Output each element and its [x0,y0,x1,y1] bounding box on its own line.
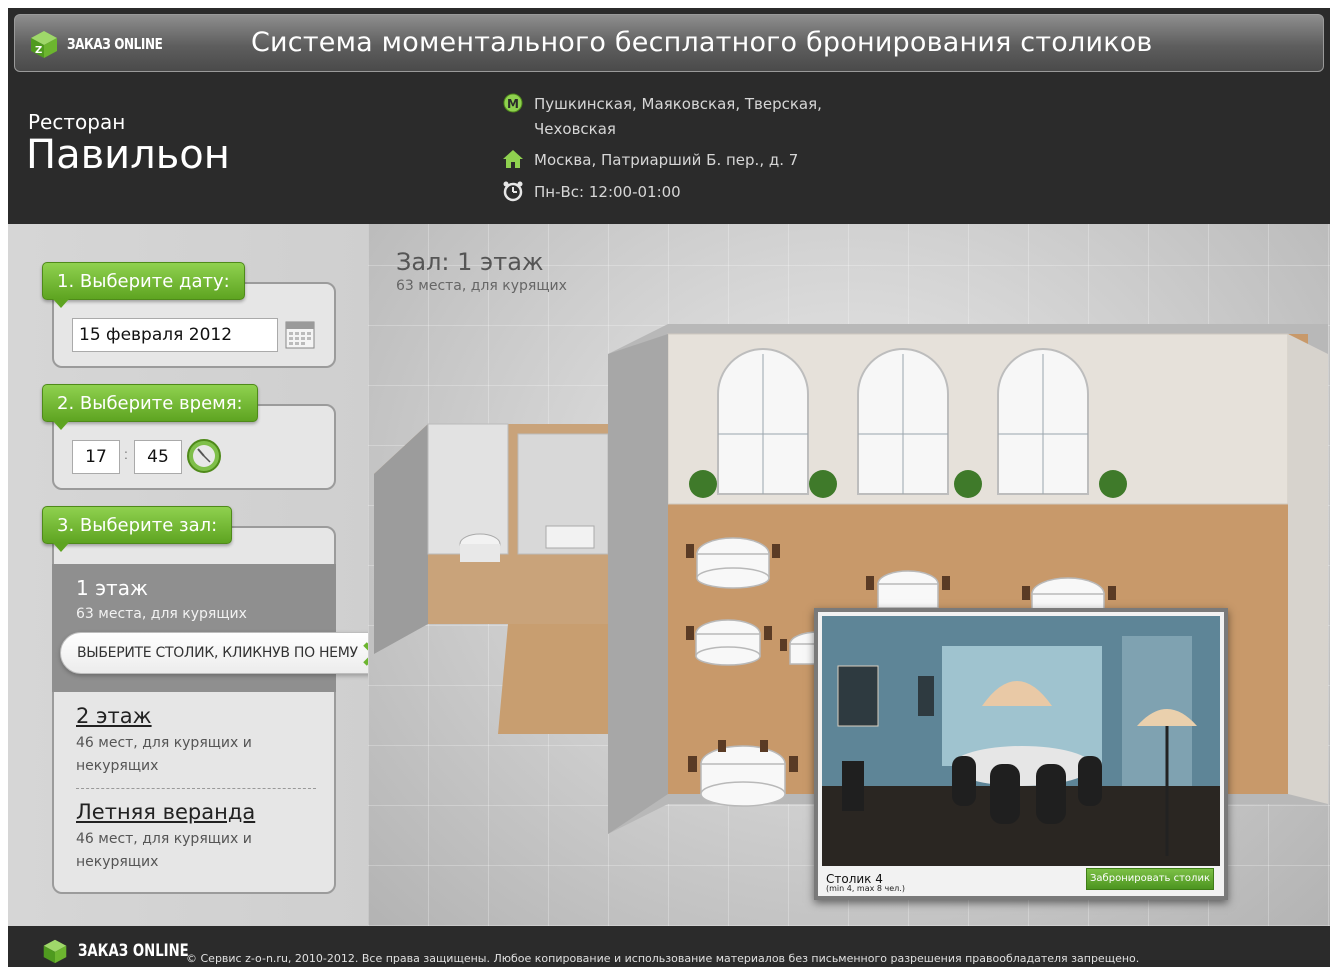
hall-item-veranda[interactable]: Летняя веранда 46 мест, для курящих и не… [76,800,276,874]
date-input[interactable]: 15 февраля 2012 [72,318,278,352]
table-5[interactable] [877,570,939,609]
hall-link[interactable]: Летняя веранда [76,800,276,824]
hour-input[interactable]: 17 [72,440,120,474]
hall-title: Зал: 1 этаж [396,248,544,276]
table-2[interactable] [695,619,761,666]
opening-hours: Пн-Вс: 12:00-01:00 [534,183,681,201]
table-side-room-2[interactable] [545,525,595,549]
page-title: Система моментального бесплатного бронир… [251,27,1153,58]
copyright-text: © Сервис z-o-n.ru, 2010-2012. Все права … [186,952,1140,965]
table-side-room-1[interactable] [459,533,501,562]
clock-icon[interactable] [186,438,222,474]
step-time-label: 2. Выберите время: [42,384,258,430]
hall-desc: 46 мест, для курящих и некурящих [76,831,252,870]
svg-text:M: M [507,97,519,111]
logo-cube-icon: Z [31,31,57,58]
hall-desc: 46 мест, для курящих и некурящих [76,735,252,774]
calendar-icon[interactable] [284,318,316,350]
table-1[interactable] [696,537,770,589]
step-date-label: 1. Выберите дату: [42,262,245,308]
hall-divider [76,788,316,789]
hall-name: 1 этаж [76,576,148,600]
address-info: Москва, Патриарший Б. пер., д. 7 [502,148,798,173]
time-separator: : [124,446,128,462]
restaurant-type: Ресторан [28,110,126,134]
alarm-clock-icon [502,180,524,202]
select-table-hint: ВЫБЕРИТЕ СТОЛИК, КЛИКНУВ ПО НЕМУ [60,632,391,674]
table-photo [822,616,1220,866]
hall-item-floor-2[interactable]: 2 этаж 46 мест, для курящих и некурящих [76,704,276,778]
restaurant-name: Павильон [26,132,230,178]
page-frame: Z ЗАКАЗ ONLINE Система моментального бес… [8,8,1330,967]
hall-desc: 63 места, для курящих [76,606,247,622]
home-icon [502,148,524,170]
table-9[interactable] [700,745,786,807]
table-capacity: (min 4, max 8 чел.) [826,884,905,893]
booking-sidebar: 1. Выберите дату: 2. Выберите время: 3. … [8,224,391,926]
hours-info: Пн-Вс: 12:00-01:00 [502,180,681,205]
hint-text: ВЫБЕРИТЕ СТОЛИК, КЛИКНУВ ПО НЕМУ [77,645,358,661]
book-table-button[interactable]: Забронировать столик [1086,868,1214,890]
logo-text: ЗАКАЗ ONLINE [67,35,163,53]
hall-subtitle: 63 места, для курящих [396,278,567,294]
svg-text:Z: Z [35,45,42,56]
address-text: Москва, Патриарший Б. пер., д. 7 [534,151,799,169]
metro-stations: Пушкинская, Маяковская, Тверская, Чеховс… [534,95,822,138]
table-preview-popup: Столик 4 (min 4, max 8 чел.) Забронирова… [814,608,1228,900]
site-logo[interactable]: Z ЗАКАЗ ONLINE [29,29,186,59]
footer-logo-text: ЗАКАЗ ONLINE [78,941,189,961]
hall-link[interactable]: 2 этаж [76,704,276,728]
logo-cube-icon [43,939,67,964]
top-bar: Z ЗАКАЗ ONLINE Система моментального бес… [14,14,1324,72]
metro-icon: M [502,92,524,114]
minute-input[interactable]: 45 [134,440,182,474]
step-hall-label: 3. Выберите зал: [42,506,233,552]
footer: ЗАКАЗ ONLINE © Сервис z-o-n.ru, 2010-201… [8,926,1330,967]
metro-info: M Пушкинская, Маяковская, Тверская, Чехо… [502,92,832,142]
